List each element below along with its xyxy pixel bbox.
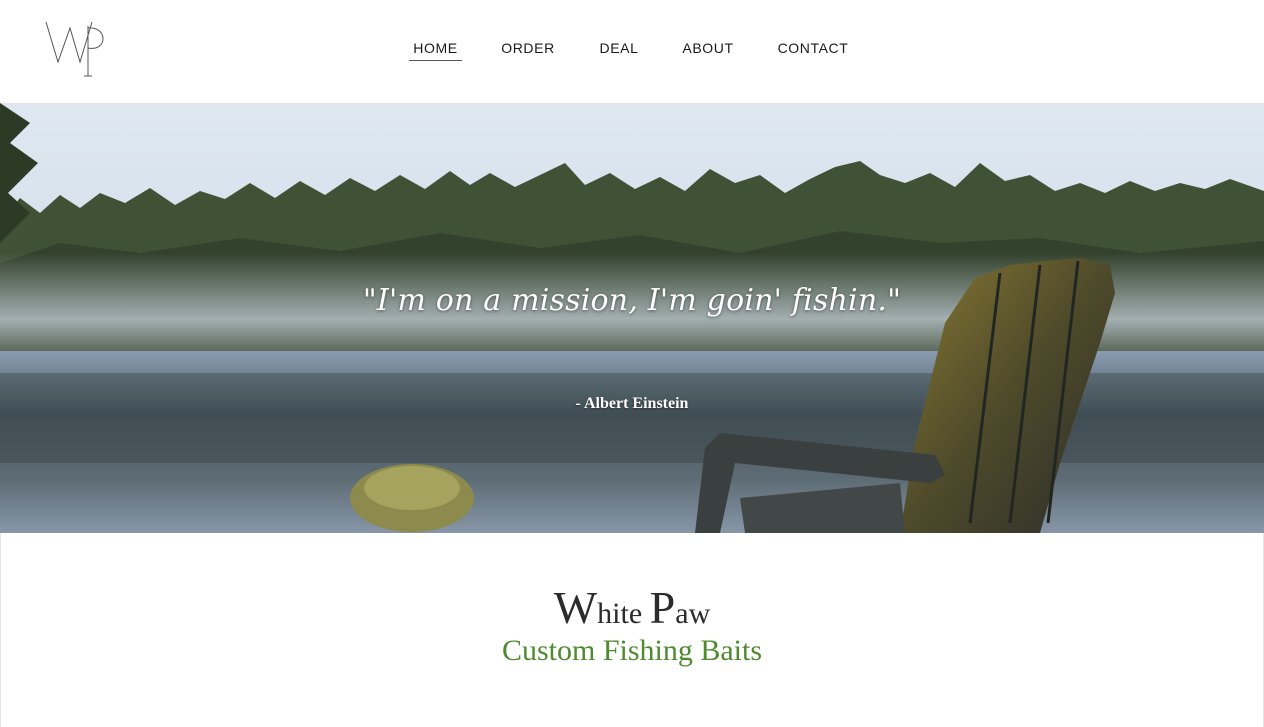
nav-contact[interactable]: CONTACT (774, 38, 852, 60)
site-header: HOME ORDER DEAL ABOUT CONTACT (0, 0, 1264, 103)
lake-scene-image (0, 103, 1264, 533)
brand-title: White Paw (0, 585, 1264, 631)
brand-tagline: Custom Fishing Baits (501, 634, 763, 667)
hero-quote: "I'm on a mission, I'm goin' fishin." (362, 283, 902, 318)
brand-p-cap: P (649, 582, 676, 633)
nav-deal[interactable]: DEAL (595, 38, 643, 60)
brand-p-rest: aw (675, 597, 711, 630)
nav-home[interactable]: HOME (409, 38, 462, 61)
brand-w-rest: hite (597, 597, 643, 630)
quote-author: - Albert Einstein (575, 395, 689, 412)
nav-about[interactable]: ABOUT (679, 38, 737, 60)
nav-order[interactable]: ORDER (498, 38, 558, 60)
main-nav: HOME ORDER DEAL ABOUT CONTACT (0, 38, 1264, 62)
brand-w-cap: W (553, 582, 598, 633)
hero-banner: "I'm on a mission, I'm goin' fishin." - … (0, 103, 1264, 533)
